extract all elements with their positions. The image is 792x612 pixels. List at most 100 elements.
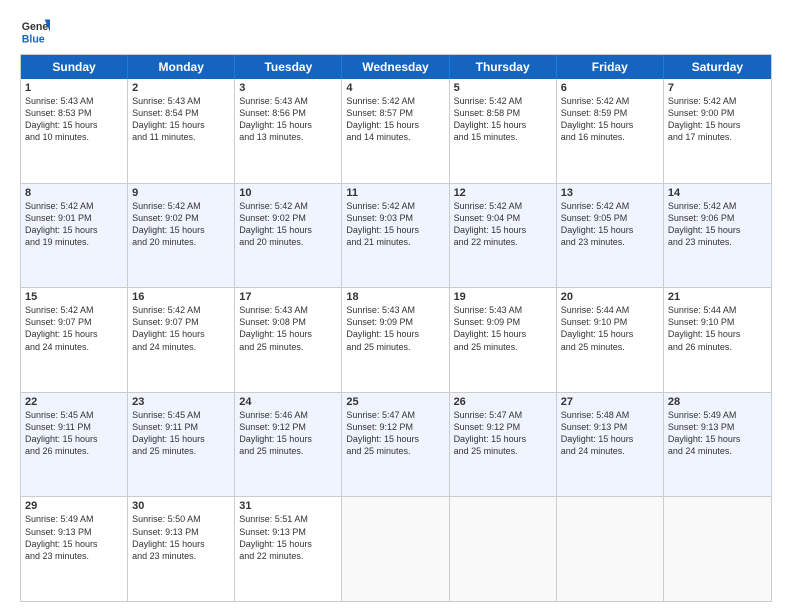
calendar-cell: 4Sunrise: 5:42 AM Sunset: 8:57 PM Daylig… [342,79,449,183]
day-info: Sunrise: 5:43 AM Sunset: 8:56 PM Dayligh… [239,95,337,144]
logo-icon: General Blue [20,16,50,46]
calendar-week-3: 22Sunrise: 5:45 AM Sunset: 9:11 PM Dayli… [21,392,771,497]
day-info: Sunrise: 5:44 AM Sunset: 9:10 PM Dayligh… [561,304,659,353]
day-number: 22 [25,396,123,408]
day-number: 2 [132,82,230,94]
calendar-cell [557,497,664,601]
day-number: 31 [239,500,337,512]
calendar-week-0: 1Sunrise: 5:43 AM Sunset: 8:53 PM Daylig… [21,79,771,183]
day-info: Sunrise: 5:45 AM Sunset: 9:11 PM Dayligh… [132,409,230,458]
calendar-cell: 29Sunrise: 5:49 AM Sunset: 9:13 PM Dayli… [21,497,128,601]
day-number: 4 [346,82,444,94]
calendar-cell: 31Sunrise: 5:51 AM Sunset: 9:13 PM Dayli… [235,497,342,601]
day-info: Sunrise: 5:44 AM Sunset: 9:10 PM Dayligh… [668,304,767,353]
calendar-cell: 26Sunrise: 5:47 AM Sunset: 9:12 PM Dayli… [450,393,557,497]
day-number: 26 [454,396,552,408]
day-number: 12 [454,187,552,199]
day-info: Sunrise: 5:49 AM Sunset: 9:13 PM Dayligh… [25,513,123,562]
calendar-cell: 30Sunrise: 5:50 AM Sunset: 9:13 PM Dayli… [128,497,235,601]
day-info: Sunrise: 5:42 AM Sunset: 8:59 PM Dayligh… [561,95,659,144]
day-number: 16 [132,291,230,303]
logo: General Blue [20,16,54,46]
day-number: 15 [25,291,123,303]
day-number: 25 [346,396,444,408]
calendar-cell: 22Sunrise: 5:45 AM Sunset: 9:11 PM Dayli… [21,393,128,497]
day-number: 7 [668,82,767,94]
calendar-cell: 13Sunrise: 5:42 AM Sunset: 9:05 PM Dayli… [557,184,664,288]
day-info: Sunrise: 5:42 AM Sunset: 9:06 PM Dayligh… [668,200,767,249]
day-info: Sunrise: 5:43 AM Sunset: 9:09 PM Dayligh… [346,304,444,353]
calendar-cell [450,497,557,601]
day-info: Sunrise: 5:43 AM Sunset: 9:08 PM Dayligh… [239,304,337,353]
day-number: 11 [346,187,444,199]
calendar-cell: 8Sunrise: 5:42 AM Sunset: 9:01 PM Daylig… [21,184,128,288]
day-info: Sunrise: 5:42 AM Sunset: 8:58 PM Dayligh… [454,95,552,144]
day-info: Sunrise: 5:42 AM Sunset: 9:04 PM Dayligh… [454,200,552,249]
calendar-cell: 2Sunrise: 5:43 AM Sunset: 8:54 PM Daylig… [128,79,235,183]
calendar-cell: 23Sunrise: 5:45 AM Sunset: 9:11 PM Dayli… [128,393,235,497]
calendar-cell: 10Sunrise: 5:42 AM Sunset: 9:02 PM Dayli… [235,184,342,288]
calendar-header-wednesday: Wednesday [342,55,449,79]
day-info: Sunrise: 5:42 AM Sunset: 9:02 PM Dayligh… [239,200,337,249]
day-info: Sunrise: 5:43 AM Sunset: 8:53 PM Dayligh… [25,95,123,144]
day-number: 30 [132,500,230,512]
calendar-header-sunday: Sunday [21,55,128,79]
day-info: Sunrise: 5:42 AM Sunset: 9:00 PM Dayligh… [668,95,767,144]
calendar-header-friday: Friday [557,55,664,79]
calendar-cell: 14Sunrise: 5:42 AM Sunset: 9:06 PM Dayli… [664,184,771,288]
day-number: 21 [668,291,767,303]
day-number: 8 [25,187,123,199]
page: General Blue SundayMondayTuesdayWednesda… [0,0,792,612]
calendar-cell: 19Sunrise: 5:43 AM Sunset: 9:09 PM Dayli… [450,288,557,392]
calendar-header-thursday: Thursday [450,55,557,79]
calendar-cell: 6Sunrise: 5:42 AM Sunset: 8:59 PM Daylig… [557,79,664,183]
day-info: Sunrise: 5:45 AM Sunset: 9:11 PM Dayligh… [25,409,123,458]
day-number: 19 [454,291,552,303]
calendar-cell: 5Sunrise: 5:42 AM Sunset: 8:58 PM Daylig… [450,79,557,183]
calendar-cell: 21Sunrise: 5:44 AM Sunset: 9:10 PM Dayli… [664,288,771,392]
calendar-cell: 28Sunrise: 5:49 AM Sunset: 9:13 PM Dayli… [664,393,771,497]
calendar-header-tuesday: Tuesday [235,55,342,79]
day-info: Sunrise: 5:47 AM Sunset: 9:12 PM Dayligh… [346,409,444,458]
day-info: Sunrise: 5:42 AM Sunset: 9:01 PM Dayligh… [25,200,123,249]
day-number: 10 [239,187,337,199]
header: General Blue [20,16,772,46]
svg-text:General: General [22,21,50,33]
day-number: 20 [561,291,659,303]
calendar-header-monday: Monday [128,55,235,79]
calendar-cell: 15Sunrise: 5:42 AM Sunset: 9:07 PM Dayli… [21,288,128,392]
day-number: 14 [668,187,767,199]
day-number: 24 [239,396,337,408]
calendar-cell: 16Sunrise: 5:42 AM Sunset: 9:07 PM Dayli… [128,288,235,392]
day-number: 6 [561,82,659,94]
day-info: Sunrise: 5:42 AM Sunset: 9:07 PM Dayligh… [25,304,123,353]
day-info: Sunrise: 5:42 AM Sunset: 9:05 PM Dayligh… [561,200,659,249]
day-info: Sunrise: 5:42 AM Sunset: 8:57 PM Dayligh… [346,95,444,144]
calendar-week-2: 15Sunrise: 5:42 AM Sunset: 9:07 PM Dayli… [21,287,771,392]
calendar-body: 1Sunrise: 5:43 AM Sunset: 8:53 PM Daylig… [21,79,771,601]
day-info: Sunrise: 5:42 AM Sunset: 9:03 PM Dayligh… [346,200,444,249]
day-info: Sunrise: 5:50 AM Sunset: 9:13 PM Dayligh… [132,513,230,562]
day-number: 28 [668,396,767,408]
calendar-header-saturday: Saturday [664,55,771,79]
day-info: Sunrise: 5:46 AM Sunset: 9:12 PM Dayligh… [239,409,337,458]
calendar-cell: 7Sunrise: 5:42 AM Sunset: 9:00 PM Daylig… [664,79,771,183]
calendar-cell: 25Sunrise: 5:47 AM Sunset: 9:12 PM Dayli… [342,393,449,497]
day-number: 1 [25,82,123,94]
calendar-cell: 17Sunrise: 5:43 AM Sunset: 9:08 PM Dayli… [235,288,342,392]
calendar-week-1: 8Sunrise: 5:42 AM Sunset: 9:01 PM Daylig… [21,183,771,288]
day-number: 9 [132,187,230,199]
day-info: Sunrise: 5:47 AM Sunset: 9:12 PM Dayligh… [454,409,552,458]
day-info: Sunrise: 5:49 AM Sunset: 9:13 PM Dayligh… [668,409,767,458]
day-number: 27 [561,396,659,408]
calendar: SundayMondayTuesdayWednesdayThursdayFrid… [20,54,772,602]
day-number: 18 [346,291,444,303]
day-number: 17 [239,291,337,303]
calendar-cell: 12Sunrise: 5:42 AM Sunset: 9:04 PM Dayli… [450,184,557,288]
day-info: Sunrise: 5:43 AM Sunset: 8:54 PM Dayligh… [132,95,230,144]
calendar-cell: 20Sunrise: 5:44 AM Sunset: 9:10 PM Dayli… [557,288,664,392]
calendar-cell: 9Sunrise: 5:42 AM Sunset: 9:02 PM Daylig… [128,184,235,288]
calendar-cell [664,497,771,601]
calendar-cell: 1Sunrise: 5:43 AM Sunset: 8:53 PM Daylig… [21,79,128,183]
calendar-cell [342,497,449,601]
